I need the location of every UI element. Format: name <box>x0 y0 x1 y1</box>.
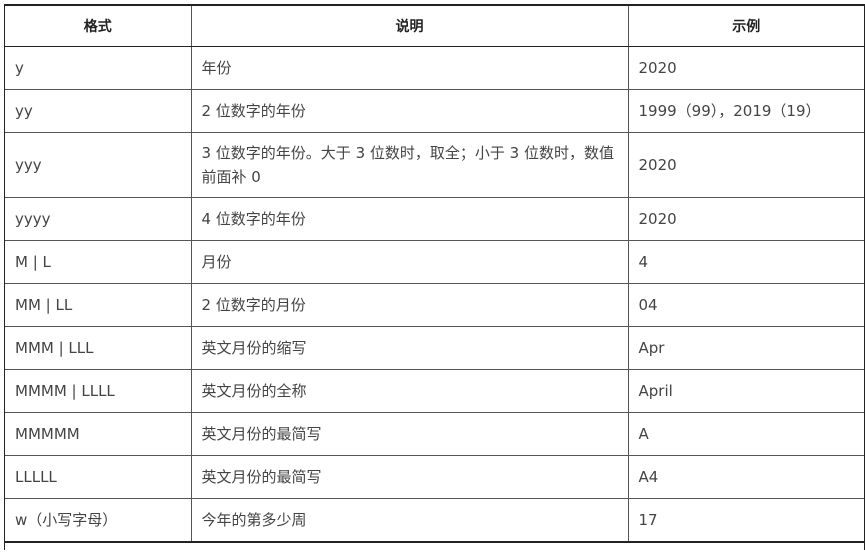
description-cell: 4 位数字的年份 <box>190 197 628 241</box>
table-row: LLLLL 英文月份的最简写 A4 <box>5 455 864 499</box>
format-cell: MMMM | LLLL <box>5 369 191 413</box>
description-cell: 3 位数字的年份。大于 3 位数时，取全；小于 3 位数时，数值前面补 0 <box>190 132 628 198</box>
date-format-table: 格式 说明 示例 y 年份 2020 yy 2 位数字的年份 1999（99），… <box>5 4 864 543</box>
format-cell: yyy <box>5 132 191 198</box>
format-cell: LLLLL <box>5 455 191 499</box>
format-cell: yyyy <box>5 197 191 241</box>
column-header-description: 说明 <box>190 4 628 47</box>
description-cell: 英文月份的最简写 <box>190 455 628 499</box>
table-row: MMM | LLL 英文月份的缩写 Apr <box>5 326 864 370</box>
format-cell: M | L <box>5 240 191 284</box>
column-header-example: 示例 <box>627 4 864 47</box>
format-cell: w（小写字母） <box>5 498 191 543</box>
example-cell: 4 <box>627 240 864 284</box>
description-cell: 2 位数字的年份 <box>190 89 628 133</box>
description-cell: 英文月份的最简写 <box>190 412 628 456</box>
format-cell: MM | LL <box>5 283 191 327</box>
example-cell: April <box>627 369 864 413</box>
description-cell: 英文月份的缩写 <box>190 326 628 370</box>
table-row: MM | LL 2 位数字的月份 04 <box>5 283 864 327</box>
format-cell: y <box>5 46 191 90</box>
description-cell: 年份 <box>190 46 628 90</box>
table-row: MMMM | LLLL 英文月份的全称 April <box>5 369 864 413</box>
header-row: 格式 说明 示例 <box>5 4 864 47</box>
table-row: w（小写字母） 今年的第多少周 17 <box>5 498 864 543</box>
example-cell: 2020 <box>627 132 864 198</box>
example-cell: 2020 <box>627 46 864 90</box>
description-cell: 英文月份的全称 <box>190 369 628 413</box>
description-cell: 今年的第多少周 <box>190 498 628 543</box>
example-cell: Apr <box>627 326 864 370</box>
format-cell: MMM | LLL <box>5 326 191 370</box>
example-cell: A <box>627 412 864 456</box>
example-cell: 04 <box>627 283 864 327</box>
table-row: yyy 3 位数字的年份。大于 3 位数时，取全；小于 3 位数时，数值前面补 … <box>5 132 864 198</box>
table-row: MMMMM 英文月份的最简写 A <box>5 412 864 456</box>
example-cell: A4 <box>627 455 864 499</box>
table-row: yyyy 4 位数字的年份 2020 <box>5 197 864 241</box>
format-cell: MMMMM <box>5 412 191 456</box>
example-cell: 1999（99），2019（19） <box>627 89 864 133</box>
example-cell: 17 <box>627 498 864 543</box>
format-cell: yy <box>5 89 191 133</box>
table-frame: 格式 说明 示例 y 年份 2020 yy 2 位数字的年份 1999（99），… <box>4 4 865 550</box>
table-row: y 年份 2020 <box>5 46 864 90</box>
column-header-format: 格式 <box>5 4 191 47</box>
description-cell: 月份 <box>190 240 628 284</box>
table-row: yy 2 位数字的年份 1999（99），2019（19） <box>5 89 864 133</box>
table-row: M | L 月份 4 <box>5 240 864 284</box>
example-cell: 2020 <box>627 197 864 241</box>
description-cell: 2 位数字的月份 <box>190 283 628 327</box>
